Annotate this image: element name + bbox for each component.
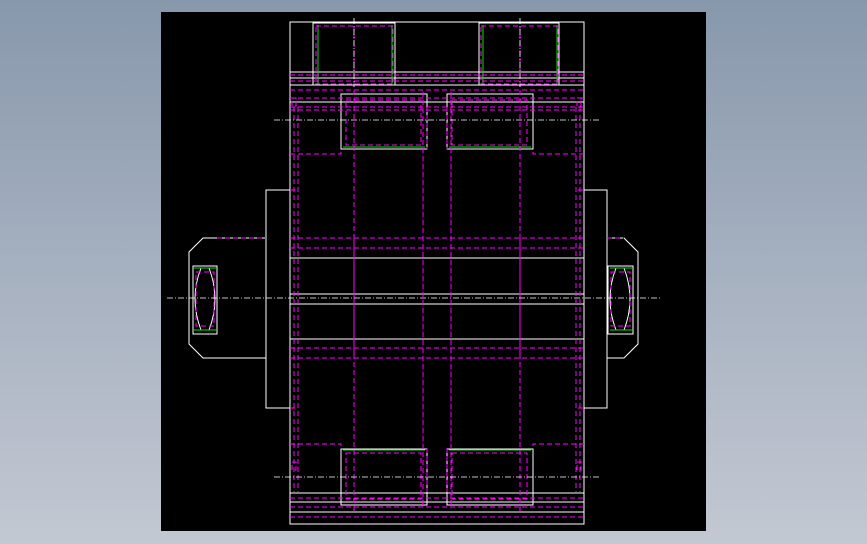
left-bore bbox=[192, 265, 218, 335]
housing-rect bbox=[289, 21, 585, 525]
left-flange bbox=[265, 189, 291, 409]
hidden-lines bbox=[195, 25, 631, 518]
cad-drawing-viewport[interactable] bbox=[161, 12, 706, 531]
left-end-cap bbox=[188, 189, 291, 409]
bearing-boxes bbox=[340, 93, 534, 506]
right-arc-2 bbox=[623, 267, 631, 331]
right-bore bbox=[607, 265, 634, 335]
top-pockets bbox=[312, 22, 560, 86]
right-flange bbox=[583, 189, 608, 409]
right-end-cap bbox=[583, 189, 639, 409]
main-body-outline bbox=[289, 21, 585, 525]
app-background: { "viewport": { "background": "#000000" … bbox=[0, 0, 867, 544]
top-pocket-right bbox=[478, 22, 560, 86]
shaft-section bbox=[290, 257, 584, 340]
cad-drawing bbox=[167, 18, 661, 525]
